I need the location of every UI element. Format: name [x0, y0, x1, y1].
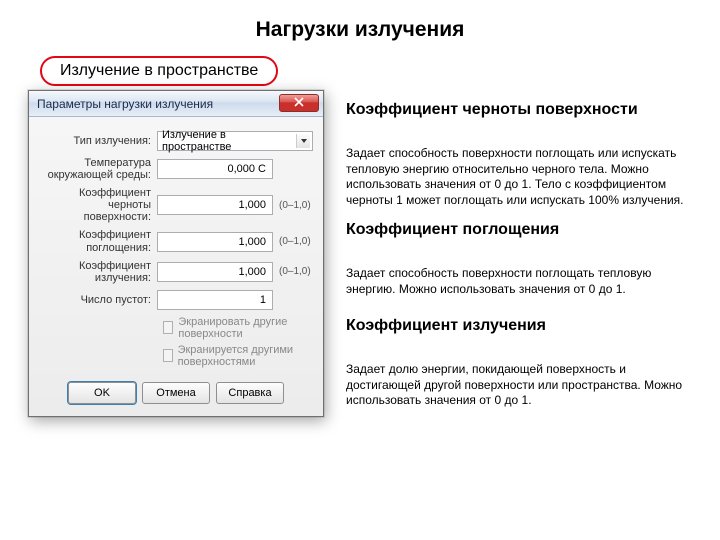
radiation-type-label: Тип излучения: [39, 135, 157, 147]
void-count-input[interactable]: 1 [157, 290, 273, 310]
absorptivity-range: (0–1,0) [273, 236, 313, 247]
cancel-button[interactable]: Отмена [142, 382, 210, 404]
shielded-by-others-checkbox-row: Экранируется другими поверхностями [163, 344, 313, 368]
section-emissivity: Коэффициент черноты поверхности [346, 100, 686, 119]
emission-coef-range: (0–1,0) [273, 266, 313, 277]
dialog-title: Параметры нагрузки излучения [35, 97, 279, 111]
chevron-down-icon [296, 134, 310, 148]
radiation-type-select[interactable]: Излучение в пространстве [157, 131, 313, 151]
close-button[interactable] [279, 94, 319, 112]
shield-others-label: Экранировать другие поверхности [178, 316, 313, 340]
ambient-temp-input[interactable]: 0,000 C [157, 159, 273, 179]
emission-coef-input[interactable]: 1,000 [157, 262, 273, 282]
radiation-type-value: Излучение в пространстве [162, 129, 296, 153]
section-emissivity-body: Задает способность поверхности поглощать… [346, 144, 686, 208]
section-absorptivity-body: Задает способность поверхности поглощать… [346, 264, 686, 297]
section-emission-title: Коэффициент излучения [346, 316, 686, 335]
void-count-label: Число пустот: [39, 294, 157, 306]
emissivity-label: Коэффициент черноты поверхности: [39, 187, 157, 223]
section-emissivity-text: Задает способность поверхности поглощать… [346, 146, 686, 208]
section-absorptivity: Коэффициент поглощения [346, 220, 686, 239]
section-emissivity-title: Коэффициент черноты поверхности [346, 100, 686, 119]
section-absorptivity-text: Задает способность поверхности поглощать… [346, 266, 686, 297]
help-button[interactable]: Справка [216, 382, 284, 404]
absorptivity-label: Коэффициент поглощения: [39, 229, 157, 253]
emissivity-input[interactable]: 1,000 [157, 195, 273, 215]
ambient-temp-label: Температура окружающей среды: [39, 157, 157, 181]
emissivity-range: (0–1,0) [273, 200, 313, 211]
dialog-body: Тип излучения: Излучение в пространстве … [29, 117, 323, 416]
radiation-load-params-dialog: Параметры нагрузки излучения Тип излучен… [28, 90, 324, 417]
dialog-buttons: OK Отмена Справка [39, 372, 313, 406]
section-emission: Коэффициент излучения [346, 316, 686, 335]
shield-others-checkbox-row: Экранировать другие поверхности [163, 316, 313, 340]
dialog-titlebar: Параметры нагрузки излучения [29, 91, 323, 117]
page-title: Нагрузки излучения [0, 18, 720, 42]
absorptivity-input[interactable]: 1,000 [157, 232, 273, 252]
ok-button[interactable]: OK [68, 382, 136, 404]
section-emission-text: Задает долю энергии, покидающей поверхно… [346, 362, 686, 409]
section-absorptivity-title: Коэффициент поглощения [346, 220, 686, 239]
emission-coef-label: Коэффициент излучения: [39, 260, 157, 284]
close-icon [294, 96, 304, 110]
radiation-space-badge: Излучение в пространстве [40, 56, 278, 86]
section-emission-body: Задает долю энергии, покидающей поверхно… [346, 360, 686, 409]
shielded-by-others-label: Экранируется другими поверхностями [178, 344, 313, 368]
shielded-by-others-checkbox[interactable] [163, 349, 173, 362]
shield-others-checkbox[interactable] [163, 321, 173, 334]
